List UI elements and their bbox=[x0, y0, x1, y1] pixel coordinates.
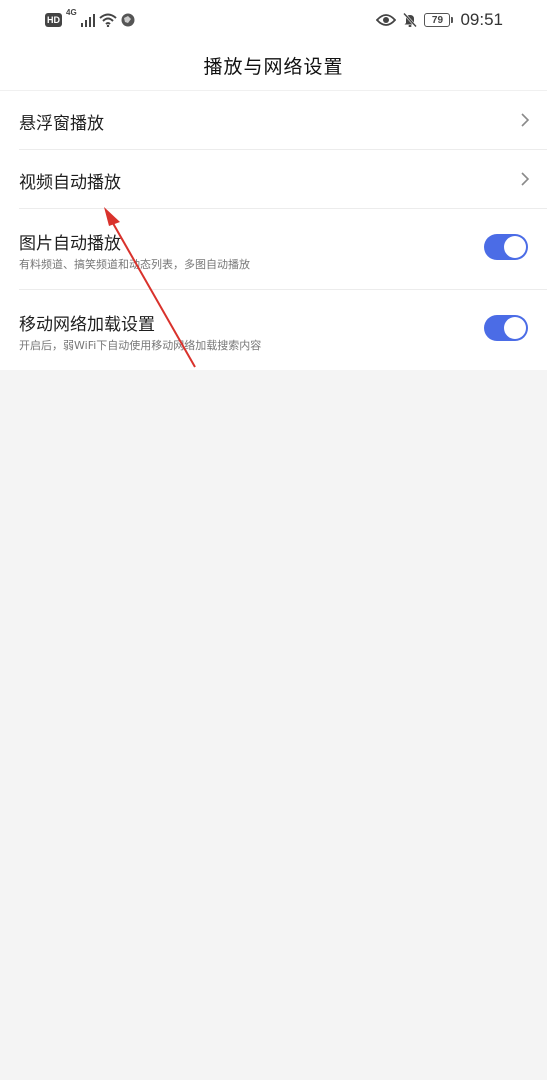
signal-icon bbox=[80, 14, 95, 27]
vpn-globe-icon bbox=[121, 13, 135, 27]
chevron-right-icon bbox=[521, 113, 530, 127]
mobile-network-toggle[interactable] bbox=[484, 315, 528, 341]
battery-level: 79 bbox=[431, 14, 444, 26]
status-right: 79 09:51 bbox=[376, 10, 503, 30]
setting-mobile-network-loading: 移动网络加载设置 开启后，弱WiFi下自动使用移动网络加载搜索内容 bbox=[19, 290, 547, 370]
setting-description: 有料频道、搞笑频道和动态列表，多图自动播放 bbox=[19, 258, 250, 271]
clock: 09:51 bbox=[460, 10, 503, 29]
image-autoplay-toggle[interactable] bbox=[484, 234, 528, 260]
setting-image-autoplay: 图片自动播放 有料频道、搞笑频道和动态列表，多图自动播放 bbox=[19, 209, 547, 290]
setting-floating-window-playback[interactable]: 悬浮窗播放 bbox=[19, 91, 547, 150]
settings-screen: HD 4G 79 09:51 播放与网络设置 悬浮窗播放 视频自动播放 图片自动… bbox=[0, 0, 547, 370]
setting-video-autoplay[interactable]: 视频自动播放 bbox=[19, 150, 547, 209]
setting-label: 悬浮窗播放 bbox=[19, 114, 104, 134]
chevron-right-icon bbox=[521, 172, 530, 186]
setting-description: 开启后，弱WiFi下自动使用移动网络加载搜索内容 bbox=[19, 339, 262, 352]
toggle-knob bbox=[504, 236, 526, 258]
page-title: 播放与网络设置 bbox=[203, 55, 344, 78]
eye-icon bbox=[376, 14, 397, 26]
hd-badge: HD bbox=[45, 13, 62, 27]
toggle-knob bbox=[504, 317, 526, 339]
setting-label: 移动网络加载设置 bbox=[19, 315, 155, 335]
mute-bell-icon bbox=[403, 12, 418, 28]
network-type: 4G bbox=[66, 8, 77, 17]
battery-icon: 79 bbox=[424, 13, 454, 27]
settings-list: 悬浮窗播放 视频自动播放 图片自动播放 有料频道、搞笑频道和动态列表，多图自动播… bbox=[0, 91, 547, 370]
wifi-icon bbox=[99, 13, 117, 27]
setting-label: 图片自动播放 bbox=[19, 234, 121, 254]
setting-label: 视频自动播放 bbox=[19, 173, 121, 193]
status-bar: HD 4G 79 09:51 bbox=[0, 0, 547, 40]
title-bar: 播放与网络设置 bbox=[0, 40, 547, 91]
status-left: HD 4G bbox=[45, 8, 135, 30]
